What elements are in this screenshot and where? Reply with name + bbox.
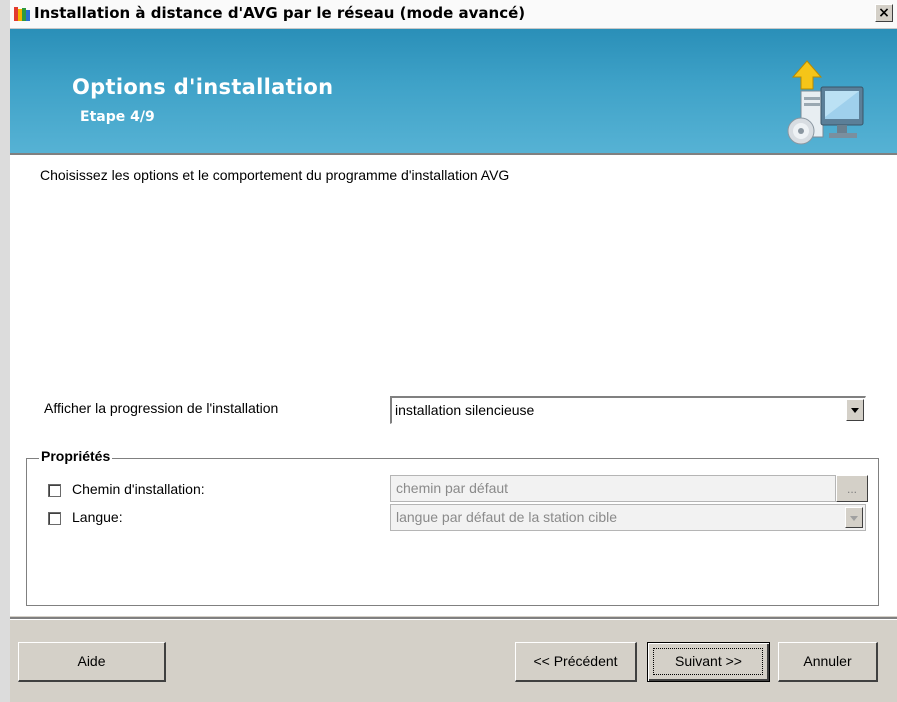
- previous-button-label: << Précédent: [533, 653, 618, 669]
- install-path-label: Chemin d'installation:: [72, 481, 205, 497]
- properties-group-title: Propriétés: [39, 448, 113, 464]
- language-dropdown-button[interactable]: [845, 507, 863, 528]
- language-select[interactable]: langue par défaut de la station cible: [390, 504, 866, 531]
- chevron-down-icon: [851, 408, 859, 413]
- intro-text: Choisissez les options et le comportemen…: [40, 167, 510, 183]
- language-value: langue par défaut de la station cible: [396, 509, 618, 525]
- step-indicator: Etape 4/9: [80, 109, 155, 125]
- title-bar: Installation à distance d'AVG par le rés…: [10, 0, 897, 29]
- next-button-label: Suivant >>: [675, 653, 742, 669]
- wizard-content: Choisissez les options et le comportemen…: [10, 156, 897, 616]
- install-path-placeholder: chemin par défaut: [396, 480, 509, 496]
- progress-dropdown-button[interactable]: [846, 399, 864, 421]
- browse-button[interactable]: ...: [836, 475, 868, 502]
- cancel-button[interactable]: Annuler: [778, 642, 878, 682]
- page-title: Options d'installation: [72, 75, 334, 99]
- install-path-input[interactable]: chemin par défaut: [390, 475, 836, 502]
- previous-button[interactable]: << Précédent: [515, 642, 637, 682]
- language-checkbox[interactable]: [48, 512, 61, 525]
- help-button[interactable]: Aide: [18, 642, 166, 682]
- progress-display-value: installation silencieuse: [395, 402, 535, 418]
- next-button[interactable]: Suivant >>: [647, 642, 770, 682]
- language-label: Langue:: [72, 509, 123, 525]
- progress-display-select[interactable]: installation silencieuse: [390, 396, 866, 424]
- close-button[interactable]: ×: [875, 4, 893, 22]
- help-button-label: Aide: [77, 653, 106, 669]
- chevron-down-icon: [850, 516, 858, 521]
- window-title: Installation à distance d'AVG par le rés…: [34, 4, 526, 22]
- cancel-button-label: Annuler: [803, 653, 852, 669]
- installer-window: Installation à distance d'AVG par le rés…: [10, 0, 897, 702]
- footer-divider: [10, 617, 897, 620]
- install-path-checkbox[interactable]: [48, 484, 61, 497]
- ellipsis-icon: ...: [846, 482, 857, 496]
- installer-computer-icon: [787, 60, 864, 145]
- avg-app-icon: [14, 7, 30, 21]
- wizard-header: Options d'installation Etape 4/9: [10, 29, 897, 153]
- close-icon: ×: [878, 5, 890, 21]
- progress-display-label: Afficher la progression de l'installatio…: [44, 400, 279, 416]
